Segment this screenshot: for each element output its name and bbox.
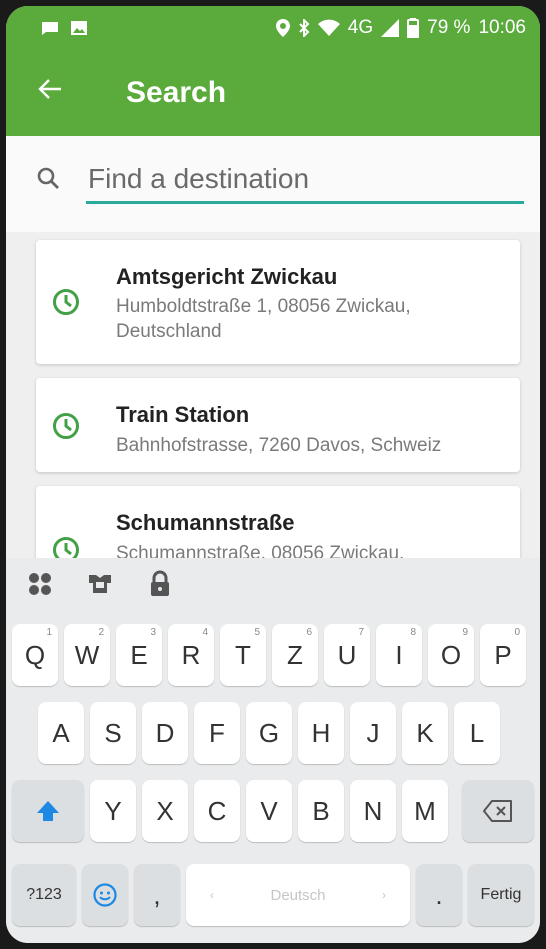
result-address-line1: Humboldtstraße 1, 08056 Zwickau,: [116, 296, 411, 317]
theme-shirt-icon[interactable]: [86, 570, 114, 598]
lock-icon[interactable]: [146, 570, 174, 598]
history-clock-icon: [53, 289, 79, 315]
keyboard: Q1 W2 E3 R4 T5 Z6 U7 I8 O9 P0 A S D F G …: [6, 558, 540, 943]
history-clock-icon: [53, 413, 79, 439]
comma-key[interactable]: ,: [134, 864, 180, 926]
results-list: Amtsgericht Zwickau Humboldtstraße 1, 08…: [6, 232, 540, 564]
key-v[interactable]: V: [246, 780, 292, 842]
key-n[interactable]: N: [350, 780, 396, 842]
message-icon: [42, 22, 58, 35]
key-i[interactable]: I8: [376, 624, 422, 686]
key-r[interactable]: R4: [168, 624, 214, 686]
key-u[interactable]: U7: [324, 624, 370, 686]
key-f[interactable]: F: [194, 702, 240, 764]
keyboard-toolbar: [6, 558, 540, 610]
key-h[interactable]: H: [298, 702, 344, 764]
battery-percent: 79 %: [427, 17, 471, 38]
symbols-key[interactable]: ?123: [12, 864, 76, 926]
shift-icon: [37, 801, 59, 821]
phone-screen: 4G 79 % 10:06 Search Amtsgericht Zwickau…: [6, 6, 540, 943]
key-w[interactable]: W2: [64, 624, 110, 686]
key-x[interactable]: X: [142, 780, 188, 842]
key-d[interactable]: D: [142, 702, 188, 764]
space-language-label: Deutsch: [270, 886, 326, 904]
result-name: Train Station: [116, 402, 250, 427]
result-name: Schumannstraße: [116, 510, 295, 535]
key-p[interactable]: P0: [480, 624, 526, 686]
clock-time: 10:06: [478, 17, 526, 38]
period-key[interactable]: .: [416, 864, 462, 926]
key-s[interactable]: S: [90, 702, 136, 764]
key-z[interactable]: Z6: [272, 624, 318, 686]
shift-key[interactable]: [12, 780, 84, 842]
key-b[interactable]: B: [298, 780, 344, 842]
key-o[interactable]: O9: [428, 624, 474, 686]
battery-icon: [407, 18, 420, 38]
key-y[interactable]: Y: [90, 780, 136, 842]
app-bar: Search: [6, 50, 540, 136]
backspace-key[interactable]: [462, 780, 534, 842]
network-type: 4G: [347, 17, 374, 38]
search-input[interactable]: [86, 156, 524, 204]
done-key[interactable]: Fertig: [468, 864, 534, 926]
key-l[interactable]: L: [454, 702, 500, 764]
location-icon: [275, 19, 290, 37]
search-bar: [6, 136, 540, 232]
key-g[interactable]: G: [246, 702, 292, 764]
key-m[interactable]: M: [402, 780, 448, 842]
status-bar: 4G 79 % 10:06: [6, 6, 540, 50]
key-e[interactable]: E3: [116, 624, 162, 686]
status-bar-left: [40, 19, 88, 37]
key-q[interactable]: Q1: [12, 624, 58, 686]
result-address-line1: Bahnhofstrasse, 7260 Davos, Schweiz: [116, 435, 442, 456]
result-name: Amtsgericht Zwickau: [116, 264, 338, 289]
list-item[interactable]: Amtsgericht Zwickau Humboldtstraße 1, 08…: [36, 240, 520, 364]
back-arrow-icon: [38, 79, 61, 99]
space-key[interactable]: ‹ Deutsch ›: [186, 864, 410, 926]
bluetooth-icon: [299, 19, 310, 37]
list-item[interactable]: Train Station Bahnhofstrasse, 7260 Davos…: [36, 378, 520, 472]
key-c[interactable]: C: [194, 780, 240, 842]
signal-icon: [381, 19, 400, 37]
page-title: Search: [126, 76, 227, 109]
wifi-icon: [317, 19, 340, 36]
backspace-icon: [483, 800, 512, 822]
key-j[interactable]: J: [350, 702, 396, 764]
image-icon: [71, 21, 87, 35]
emoji-key[interactable]: [82, 864, 128, 926]
list-item[interactable]: Schumannstraße Schumannstraße, 08056 Zwi…: [36, 486, 520, 564]
search-icon: [37, 167, 59, 189]
key-t[interactable]: T5: [220, 624, 266, 686]
key-k[interactable]: K: [402, 702, 448, 764]
status-bar-right: 4G 79 % 10:06: [275, 17, 526, 39]
apps-icon[interactable]: [26, 570, 54, 598]
key-a[interactable]: A: [38, 702, 84, 764]
space-arrow-right: ›: [382, 888, 386, 902]
back-button[interactable]: [20, 76, 80, 110]
space-arrow-left: ‹: [210, 888, 214, 902]
emoji-icon: [93, 883, 117, 907]
result-address-line2: Deutschland: [116, 321, 222, 342]
